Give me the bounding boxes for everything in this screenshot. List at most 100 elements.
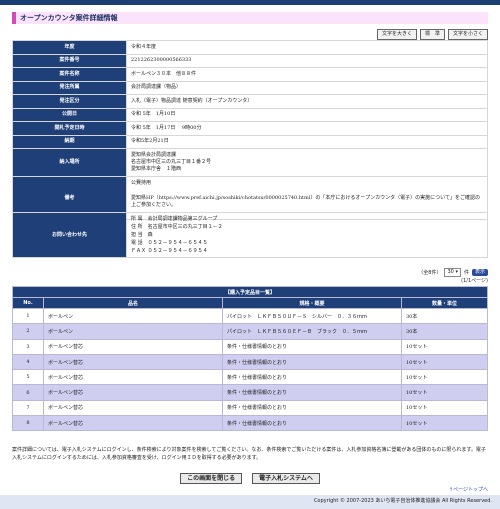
goods-no: 1 bbox=[12, 307, 44, 325]
font-larger-button[interactable]: 文字を大きく bbox=[376, 29, 417, 40]
footer-copyright: Copyright © 2007-2023 あいち電子自治体推進協議会 All … bbox=[0, 495, 500, 509]
goods-spec: パイロット ＬＫＦＢ５０ＵＦ－Ｓ シルバー ０．３６ｍｍ bbox=[222, 307, 402, 325]
goods-qty: 10セット bbox=[401, 384, 488, 401]
contact-value: 所 属 会計局調達課物品第三グループ 住 所 名古屋市中区三の丸三丁目１－２ 担… bbox=[126, 212, 488, 258]
contact-line: 住 所 名古屋市中区三の丸三丁目１－２ bbox=[131, 224, 223, 230]
goods-table: 【購入予定品目一覧】 No. 品名 規格・概要 数量・単位 1 ボールペン パイロッ… bbox=[12, 286, 488, 432]
contact-line: ＦＡＸ ０５２－９５４－６９５４ bbox=[131, 248, 208, 254]
goods-qty: 10セット bbox=[401, 369, 488, 386]
col-header-name: 品名 bbox=[43, 297, 223, 309]
table-row: 8 ボールペン替芯 条件・仕様書情報のとおり 10セット bbox=[12, 415, 488, 432]
instruction-note: 案件詳細については、電子入札システムにログインし、条件検索により対象案件を検索し… bbox=[12, 447, 486, 461]
table-row: 5 ボールペン替芯 条件・仕様書情報のとおり 10セット bbox=[12, 369, 488, 386]
goods-no: 3 bbox=[12, 338, 44, 355]
goods-no: 7 bbox=[12, 399, 44, 417]
goods-no: 5 bbox=[12, 369, 44, 386]
case-info-table: 年度 令和４年度 案件番号 2212262300000566333 案件名称 ボールペン３… bbox=[12, 40, 488, 220]
goods-name: ボールペン替芯 bbox=[43, 353, 223, 371]
info-label: 公開日 bbox=[12, 107, 127, 122]
remarks-line: 愛知県HP（https://www.pref.aichi.jp/soshiki/… bbox=[131, 195, 480, 208]
goods-qty: 10セット bbox=[401, 415, 488, 432]
page-indicator: (1/1ページ) bbox=[461, 278, 488, 284]
remarks-line: 公費持用 bbox=[131, 180, 152, 186]
delivery-line: 名古屋市中区三の丸三丁目１番２号 bbox=[131, 159, 212, 165]
goods-qty: 10セット bbox=[401, 338, 488, 355]
info-value: 2212262300000566333 bbox=[126, 53, 488, 68]
table-row: 7 ボールペン替芯 条件・仕様書情報のとおり 10セット bbox=[12, 399, 488, 417]
goods-name: ボールペン替芯 bbox=[43, 369, 223, 386]
delivery-line: 愛知県本庁舎 １階西 bbox=[131, 166, 182, 172]
goods-qty: 10セット bbox=[401, 353, 488, 371]
per-page-select[interactable]: 30 ▾ bbox=[444, 268, 461, 277]
goods-name: ボールペン bbox=[43, 307, 223, 325]
info-row: 年度 令和４年度 bbox=[12, 40, 488, 55]
info-value: 入札（電子）物品調達 随意契約（オープンカウンタ） bbox=[126, 94, 488, 109]
col-header-spec: 規格・概要 bbox=[222, 297, 402, 309]
goods-spec: 条件・仕様書情報のとおり bbox=[222, 369, 402, 386]
info-label: 開札予定日時 bbox=[12, 121, 127, 136]
pager: （全8件） 30 ▾ 件 表示 bbox=[418, 268, 488, 277]
goods-qty: 30本 bbox=[401, 323, 488, 340]
top-accent-bar bbox=[0, 0, 500, 5]
per-page-suffix: 件 bbox=[463, 270, 469, 276]
info-value: ボールペン３０本 他８８件 bbox=[126, 67, 488, 82]
goods-spec: パイロット ＬＫＦＢ５６０ＥＦ－Ｂ ブラック ０．５ｍｍ bbox=[222, 323, 402, 340]
info-label: 案件番号 bbox=[12, 53, 127, 68]
goods-no: 6 bbox=[12, 384, 44, 401]
page-top-link[interactable]: ↑ページトップへ bbox=[449, 486, 488, 493]
result-count: （全8件） bbox=[418, 270, 442, 276]
contact-table: お問い合わせ先 所 属 会計局調達課物品第三グループ 住 所 名古屋市中区三の丸… bbox=[12, 212, 488, 258]
delivery-label: 納入場所 bbox=[12, 148, 127, 177]
info-row: 発注所属 会計局調達課（物品） bbox=[12, 80, 488, 95]
info-value: 令和 5年 1月10日 bbox=[126, 107, 488, 122]
info-row: 開札予定日時 令和 5年 1月17日 9時00分 bbox=[12, 121, 488, 136]
table-row: 2 ボールペン パイロット ＬＫＦＢ５６０ＥＦ－Ｂ ブラック ０．５ｍｍ 30本 bbox=[12, 323, 488, 340]
col-header-no: No. bbox=[12, 297, 44, 309]
delivery-value: 愛知県会計局調達課 名古屋市中区三の丸三丁目１番２号 愛知県本庁舎 １階西 bbox=[126, 148, 488, 177]
goods-spec: 条件・仕様書情報のとおり bbox=[222, 384, 402, 401]
col-header-qty: 数量・単位 bbox=[401, 297, 488, 309]
goods-spec: 条件・仕様書情報のとおり bbox=[222, 338, 402, 355]
goods-no: 8 bbox=[12, 415, 44, 432]
e-bidding-system-button[interactable]: 電子入札システムへ bbox=[252, 473, 320, 484]
info-row: 案件名称 ボールペン３０本 他８８件 bbox=[12, 67, 488, 82]
delivery-row: 納入場所 愛知県会計局調達課 名古屋市中区三の丸三丁目１番２号 愛知県本庁舎 １… bbox=[12, 148, 488, 177]
info-row: 納期 令和5年2月21日 bbox=[12, 134, 488, 149]
goods-name: ボールペン替芯 bbox=[43, 415, 223, 432]
info-value: 令和5年2月21日 bbox=[126, 134, 488, 149]
info-label: 案件名称 bbox=[12, 67, 127, 82]
display-button[interactable]: 表示 bbox=[471, 269, 488, 276]
table-row: 6 ボールペン替芯 条件・仕様書情報のとおり 10セット bbox=[12, 384, 488, 401]
info-label: 納期 bbox=[12, 134, 127, 149]
contact-line: 電 話 ０５２－９５４－６５４５ bbox=[131, 240, 208, 246]
info-label: 発注所属 bbox=[12, 80, 127, 95]
table-row: 3 ボールペン替芯 条件・仕様書情報のとおり 10セット bbox=[12, 338, 488, 355]
close-window-button[interactable]: この画面を閉じる bbox=[180, 473, 243, 484]
contact-label: お問い合わせ先 bbox=[12, 212, 127, 258]
info-value: 会計局調達課（物品） bbox=[126, 80, 488, 95]
info-value: 令和 5年 1月17日 9時00分 bbox=[126, 121, 488, 136]
goods-no: 2 bbox=[12, 323, 44, 340]
font-smaller-button[interactable]: 文字を小さく bbox=[447, 29, 488, 40]
info-row: 案件番号 2212262300000566333 bbox=[12, 53, 488, 68]
info-value: 令和４年度 bbox=[126, 40, 488, 55]
font-size-controls: 文字を大きく 標 準 文字を小さく bbox=[376, 29, 488, 40]
goods-caption: 【購入予定品目一覧】 bbox=[12, 286, 488, 298]
goods-name: ボールペン替芯 bbox=[43, 338, 223, 355]
goods-name: ボールペン替芯 bbox=[43, 399, 223, 417]
info-row: 発注区分 入札（電子）物品調達 随意契約（オープンカウンタ） bbox=[12, 94, 488, 109]
info-row: 公開日 令和 5年 1月10日 bbox=[12, 107, 488, 122]
goods-spec: 条件・仕様書情報のとおり bbox=[222, 415, 402, 432]
contact-line: 所 属 会計局調達課物品第三グループ bbox=[131, 216, 218, 222]
font-standard-button[interactable]: 標 準 bbox=[419, 29, 445, 40]
table-row: 4 ボールペン替芯 条件・仕様書情報のとおり 10セット bbox=[12, 353, 488, 371]
action-buttons: この画面を閉じる 電子入札システムへ bbox=[0, 473, 500, 484]
goods-name: ボールペン替芯 bbox=[43, 384, 223, 401]
table-row: 1 ボールペン パイロット ＬＫＦＢ５０ＵＦ－Ｓ シルバー ０．３６ｍｍ 30本 bbox=[12, 307, 488, 325]
goods-no: 4 bbox=[12, 353, 44, 371]
info-label: 年度 bbox=[12, 40, 127, 55]
page-title: オープンカウンタ案件詳細情報 bbox=[12, 12, 488, 24]
goods-spec: 条件・仕様書情報のとおり bbox=[222, 353, 402, 371]
goods-qty: 30本 bbox=[401, 307, 488, 325]
goods-spec: 条件・仕様書情報のとおり bbox=[222, 399, 402, 417]
